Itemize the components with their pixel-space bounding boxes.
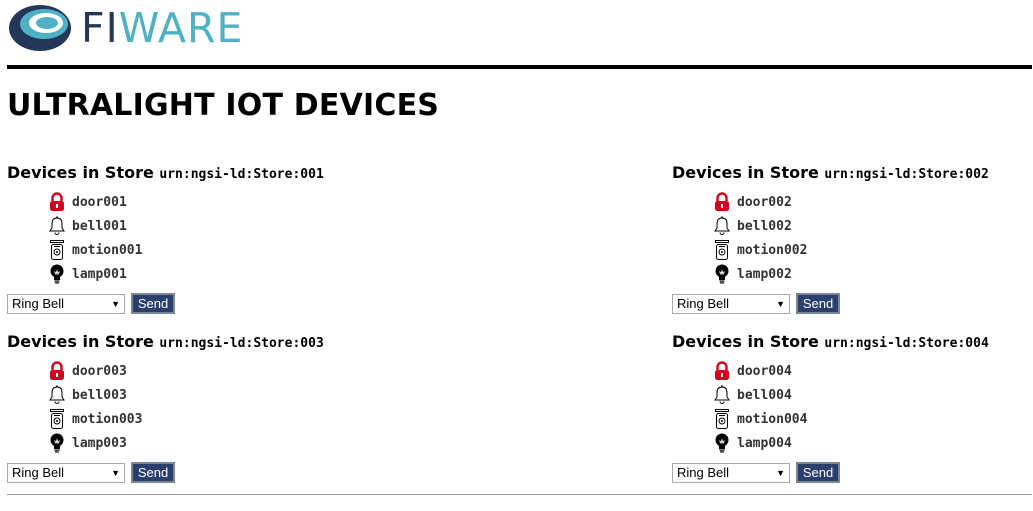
send-button[interactable]: Send: [796, 462, 840, 483]
command-controls: Ring Bell ▼ Send: [7, 293, 175, 314]
device-list: door003 bell003 motion003 lamp003: [47, 359, 142, 455]
lock-icon: [712, 360, 732, 382]
lock-icon: [47, 360, 67, 382]
device-name: motion004: [737, 411, 808, 427]
device-item: lamp001: [47, 262, 142, 286]
header-divider: [7, 65, 1032, 69]
fiware-wordmark: FIWARE: [81, 3, 244, 52]
store-heading: Devices in Store urn:ngsi-ld:Store:004: [672, 332, 1032, 352]
motion-sensor-icon: [47, 408, 67, 430]
command-controls: Ring Bell ▼ Send: [7, 462, 175, 483]
motion-sensor-icon: [712, 408, 732, 430]
device-item: bell002: [712, 214, 807, 238]
command-controls: Ring Bell ▼ Send: [672, 462, 840, 483]
command-select-value: Ring Bell: [677, 295, 730, 311]
footer-divider: [7, 494, 1032, 495]
store-urn: urn:ngsi-ld:Store:001: [159, 167, 324, 182]
chevron-down-icon: ▼: [776, 298, 785, 309]
device-item: lamp004: [712, 431, 807, 455]
device-name: motion001: [72, 242, 143, 258]
store-heading-label: Devices in Store: [7, 332, 154, 351]
device-name: door001: [72, 194, 127, 210]
lock-icon: [712, 191, 732, 213]
device-item: lamp003: [47, 431, 142, 455]
lightbulb-icon: [47, 263, 67, 285]
send-button[interactable]: Send: [796, 293, 840, 314]
command-select[interactable]: Ring Bell ▼: [7, 293, 125, 314]
command-select-value: Ring Bell: [677, 464, 730, 480]
lightbulb-icon: [712, 263, 732, 285]
device-item: door003: [47, 359, 142, 383]
device-name: bell003: [72, 387, 127, 403]
motion-sensor-icon: [712, 239, 732, 261]
device-item: lamp002: [712, 262, 807, 286]
device-list: door001 bell001 motion001 lamp001: [47, 190, 142, 286]
device-name: door002: [737, 194, 792, 210]
command-select[interactable]: Ring Bell ▼: [7, 462, 125, 483]
device-name: motion002: [737, 242, 808, 258]
store-heading: Devices in Store urn:ngsi-ld:Store:003: [7, 332, 367, 352]
device-name: door004: [737, 363, 792, 379]
command-select[interactable]: Ring Bell ▼: [672, 462, 790, 483]
device-item: motion003: [47, 407, 142, 431]
device-item: door002: [712, 190, 807, 214]
fiware-logo-icon: [9, 5, 71, 51]
device-name: lamp001: [72, 266, 127, 282]
device-item: motion001: [47, 238, 142, 262]
store-urn: urn:ngsi-ld:Store:002: [824, 167, 989, 182]
device-name: lamp002: [737, 266, 792, 282]
store-urn: urn:ngsi-ld:Store:004: [824, 336, 989, 351]
device-name: bell001: [72, 218, 127, 234]
lightbulb-icon: [712, 432, 732, 454]
device-item: motion002: [712, 238, 807, 262]
device-name: motion003: [72, 411, 143, 427]
device-item: motion004: [712, 407, 807, 431]
device-item: door001: [47, 190, 142, 214]
store-heading-label: Devices in Store: [672, 332, 819, 351]
send-button[interactable]: Send: [131, 293, 175, 314]
device-name: lamp003: [72, 435, 127, 451]
command-controls: Ring Bell ▼ Send: [672, 293, 840, 314]
device-item: bell004: [712, 383, 807, 407]
bell-icon: [47, 384, 67, 406]
chevron-down-icon: ▼: [776, 467, 785, 478]
store-heading: Devices in Store urn:ngsi-ld:Store:002: [672, 163, 1032, 183]
chevron-down-icon: ▼: [111, 467, 120, 478]
store-urn: urn:ngsi-ld:Store:003: [159, 336, 324, 351]
device-list: door002 bell002 motion002 lamp002: [712, 190, 807, 286]
device-name: lamp004: [737, 435, 792, 451]
store-heading: Devices in Store urn:ngsi-ld:Store:001: [7, 163, 367, 183]
device-name: door003: [72, 363, 127, 379]
store-heading-label: Devices in Store: [672, 163, 819, 182]
send-button[interactable]: Send: [131, 462, 175, 483]
device-list: door004 bell004 motion004 lamp004: [712, 359, 807, 455]
page-title: ULTRALIGHT IOT DEVICES: [7, 88, 440, 123]
device-item: bell001: [47, 214, 142, 238]
lightbulb-icon: [47, 432, 67, 454]
bell-icon: [47, 215, 67, 237]
command-select-value: Ring Bell: [12, 464, 65, 480]
store-panel-004: Devices in Store urn:ngsi-ld:Store:004 d…: [672, 332, 1032, 483]
command-select[interactable]: Ring Bell ▼: [672, 293, 790, 314]
fiware-logo: FIWARE: [7, 2, 243, 54]
chevron-down-icon: ▼: [111, 298, 120, 309]
device-name: bell004: [737, 387, 792, 403]
bell-icon: [712, 384, 732, 406]
store-heading-label: Devices in Store: [7, 163, 154, 182]
device-item: bell003: [47, 383, 142, 407]
command-select-value: Ring Bell: [12, 295, 65, 311]
store-panel-001: Devices in Store urn:ngsi-ld:Store:001 d…: [7, 163, 367, 314]
store-panel-002: Devices in Store urn:ngsi-ld:Store:002 d…: [672, 163, 1032, 314]
lock-icon: [47, 191, 67, 213]
motion-sensor-icon: [47, 239, 67, 261]
device-item: door004: [712, 359, 807, 383]
bell-icon: [712, 215, 732, 237]
device-name: bell002: [737, 218, 792, 234]
store-panel-003: Devices in Store urn:ngsi-ld:Store:003 d…: [7, 332, 367, 483]
